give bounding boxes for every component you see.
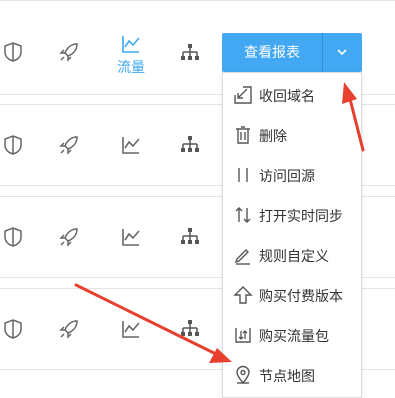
menu-item-label: 购买付费版本 — [259, 288, 343, 304]
line-chart-icon[interactable] — [120, 318, 142, 340]
rocket-icon[interactable] — [58, 41, 80, 63]
shield-icon[interactable] — [2, 226, 24, 248]
line-chart-icon[interactable] — [120, 134, 142, 156]
node-tree-icon[interactable] — [179, 226, 201, 248]
line-chart-icon[interactable] — [120, 33, 142, 55]
menu-item-delete[interactable]: 删除 — [223, 115, 361, 155]
menu-item-label: 节点地图 — [259, 368, 315, 384]
location-pin-icon — [233, 365, 253, 385]
origin-icon — [233, 165, 253, 185]
rocket-icon[interactable] — [58, 318, 80, 340]
menu-item-origin-access[interactable]: 访问回源 — [223, 155, 361, 195]
report-dropdown-toggle[interactable] — [323, 33, 362, 72]
chevron-down-icon — [337, 49, 347, 56]
trash-icon — [233, 125, 253, 145]
menu-item-reclaim-domain[interactable]: 收回域名 — [223, 75, 361, 115]
line-chart-icon[interactable] — [120, 226, 142, 248]
menu-item-buy-paid-version[interactable]: 购买付费版本 — [223, 275, 361, 315]
menu-item-realtime-sync[interactable]: 打开实时同步 — [223, 195, 361, 235]
report-dropdown-menu: 收回域名 删除 访问回源 打开实时同步 规则自定义 购买付费版本 购买流量包 节… — [222, 72, 362, 398]
node-tree-icon[interactable] — [179, 318, 201, 340]
shield-icon[interactable] — [2, 318, 24, 340]
menu-item-label: 访问回源 — [259, 168, 315, 184]
menu-item-custom-rules[interactable]: 规则自定义 — [223, 235, 361, 275]
shield-icon[interactable] — [2, 41, 24, 63]
menu-item-label: 收回域名 — [259, 88, 315, 104]
menu-item-label: 规则自定义 — [259, 248, 329, 264]
menu-item-label: 删除 — [259, 128, 287, 144]
menu-item-node-map[interactable]: 节点地图 — [223, 355, 361, 395]
edit-icon — [233, 245, 253, 265]
package-icon — [233, 325, 253, 345]
view-report-button[interactable]: 查看报表 — [222, 33, 322, 72]
menu-item-label: 购买流量包 — [259, 328, 329, 344]
rocket-icon[interactable] — [58, 134, 80, 156]
node-tree-icon[interactable] — [179, 42, 201, 64]
sync-icon — [233, 205, 253, 225]
upgrade-icon — [233, 285, 253, 305]
traffic-label[interactable]: 流量 — [114, 57, 148, 77]
node-tree-icon[interactable] — [179, 134, 201, 156]
shield-icon[interactable] — [2, 134, 24, 156]
view-report-split-button: 查看报表 — [222, 33, 362, 72]
menu-item-buy-traffic-package[interactable]: 购买流量包 — [223, 315, 361, 355]
reclaim-icon — [233, 85, 253, 105]
menu-item-label: 打开实时同步 — [259, 208, 343, 224]
rocket-icon[interactable] — [58, 226, 80, 248]
